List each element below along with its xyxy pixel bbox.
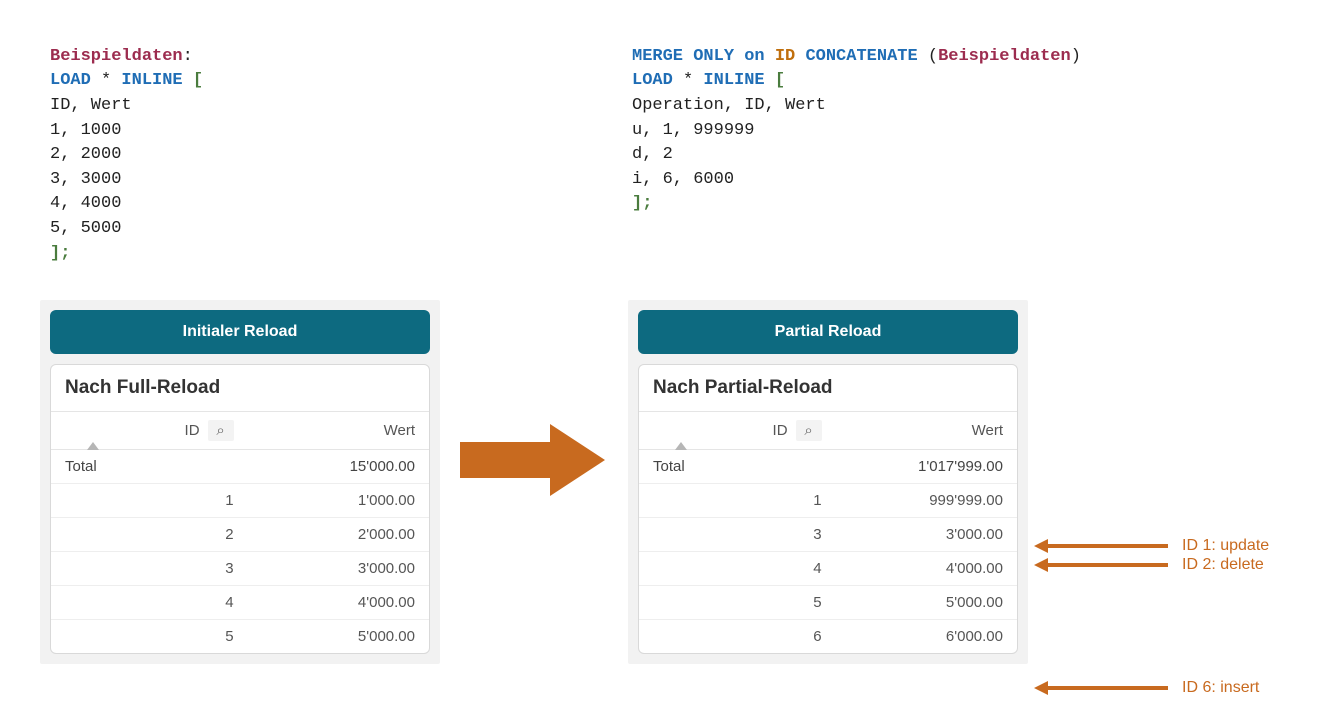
table-row: 33'000.00 [639,518,1017,552]
annotation-delete: ID 2: delete [1034,556,1264,574]
code-block-left: Beispieldaten: LOAD * INLINE [ ID, Wert … [50,20,203,266]
code-table-name: Beispieldaten [50,47,183,66]
table-row: 55'000.00 [51,620,429,654]
table-row: 22'000.00 [51,518,429,552]
annotation-label: ID 6: insert [1182,679,1259,697]
table-row: 11'000.00 [51,484,429,518]
partial-reload-button[interactable]: Partial Reload [638,310,1018,354]
annotation-insert: ID 6: insert [1034,679,1259,697]
code-block-right: MERGE ONLY on ID CONCATENATE (Beispielda… [632,20,1081,217]
col-header-id[interactable]: ID⌕ [51,412,248,450]
col-header-wert[interactable]: Wert [836,412,1017,450]
table-row-total: Total1'017'999.00 [639,450,1017,484]
table-row: 44'000.00 [51,586,429,620]
annotation-update: ID 1: update [1034,537,1269,555]
table-row-total: Total15'000.00 [51,450,429,484]
search-icon[interactable]: ⌕ [796,420,822,441]
col-header-id[interactable]: ID⌕ [639,412,836,450]
transition-arrow-icon [460,420,605,500]
table-title-full: Nach Full-Reload [51,365,429,412]
table-row: 33'000.00 [51,552,429,586]
initial-reload-button[interactable]: Initialer Reload [50,310,430,354]
search-icon[interactable]: ⌕ [208,420,234,441]
table-title-partial: Nach Partial-Reload [639,365,1017,412]
table-row: 1999'999.00 [639,484,1017,518]
annotation-label: ID 1: update [1182,537,1269,555]
table-row: 44'000.00 [639,552,1017,586]
col-header-wert[interactable]: Wert [248,412,429,450]
annotation-label: ID 2: delete [1182,556,1264,574]
table-row: 66'000.00 [639,620,1017,654]
table-row: 55'000.00 [639,586,1017,620]
card-partial-reload: Partial Reload Nach Partial-Reload ID⌕ W… [628,300,1028,664]
table-partial: ID⌕ Wert Total1'017'999.00 1999'999.00 3… [639,412,1017,653]
table-full: ID⌕ Wert Total15'000.00 11'000.00 22'000… [51,412,429,653]
card-full-reload: Initialer Reload Nach Full-Reload ID⌕ We… [40,300,440,664]
